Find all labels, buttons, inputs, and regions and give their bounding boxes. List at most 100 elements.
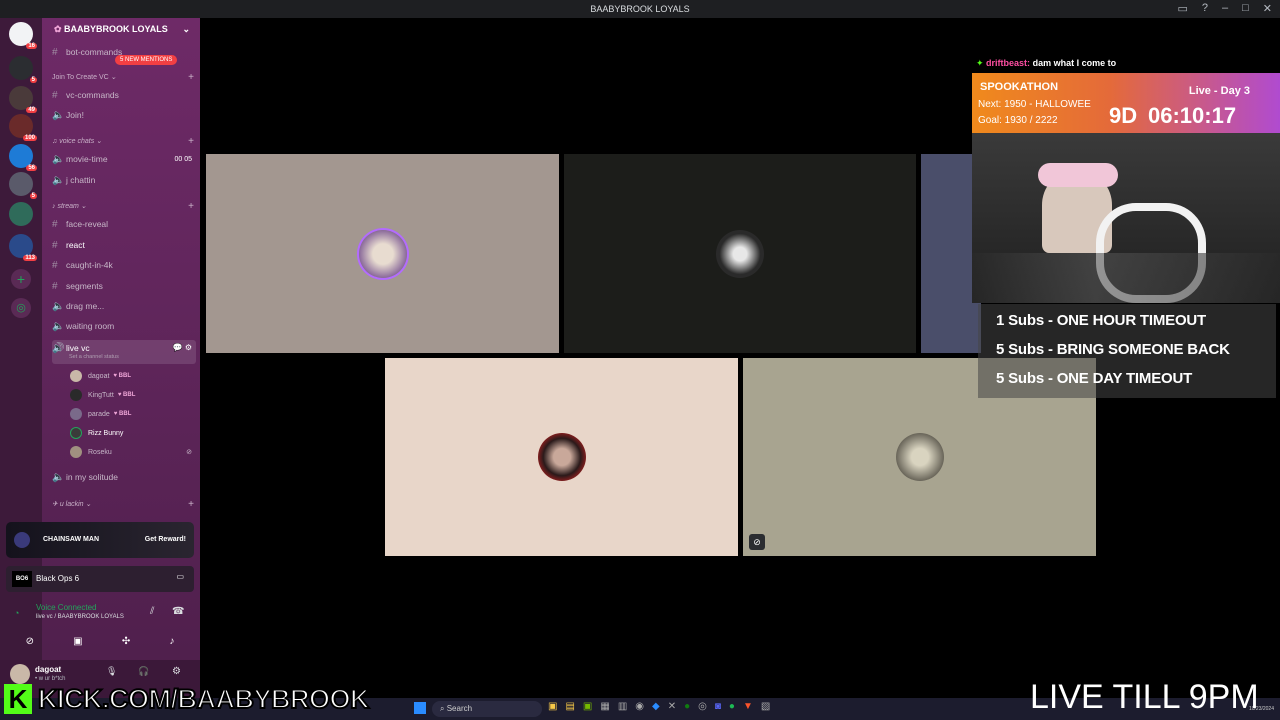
folder-icon[interactable]: ▤ bbox=[565, 701, 574, 717]
hash-icon: # bbox=[52, 218, 58, 230]
category-voice-chats[interactable]: ♫ voice chats ⌄ + bbox=[52, 136, 196, 149]
video-tile[interactable] bbox=[206, 154, 559, 353]
add-channel-icon[interactable]: + bbox=[188, 499, 194, 510]
app-icon[interactable]: ◆ bbox=[652, 701, 660, 717]
chat-message: ✦ driftbeast: dam what I come to bbox=[976, 58, 1116, 69]
maximize-button[interactable]: □ bbox=[1242, 2, 1249, 15]
add-server-icon[interactable]: + bbox=[11, 269, 31, 289]
nvidia-icon[interactable]: ▣ bbox=[583, 701, 592, 717]
taskbar-search[interactable]: ⌕ Search bbox=[432, 701, 542, 717]
channel-label: waiting room bbox=[66, 321, 115, 331]
app-icon[interactable]: ◉ bbox=[635, 701, 644, 717]
channel-label: in my solitude bbox=[66, 472, 118, 482]
server-icon[interactable]: 49 bbox=[9, 86, 37, 113]
channel-join[interactable]: 🔈 Join! bbox=[52, 107, 196, 123]
channel-waiting-room[interactable]: 🔈 waiting room bbox=[52, 318, 196, 334]
member-name: Roseku bbox=[88, 448, 112, 456]
discover-icon[interactable]: ◎ bbox=[11, 298, 31, 318]
headphones-icon[interactable]: 🎧 bbox=[138, 666, 149, 677]
channel-face-reveal[interactable]: # face-reveal bbox=[52, 216, 196, 232]
channel-vc-commands[interactable]: # vc-commands bbox=[52, 87, 196, 103]
live-day: Live - Day 3 bbox=[1188, 85, 1250, 97]
minimize-button[interactable]: – bbox=[1222, 2, 1228, 15]
xbox-icon[interactable]: ● bbox=[684, 701, 690, 717]
screen-share-icon[interactable]: ▭ bbox=[176, 572, 184, 581]
settings-icon[interactable]: ⚙ bbox=[172, 666, 181, 677]
video-tile[interactable] bbox=[385, 358, 738, 556]
sub-reward: 1 Subs - ONE HOUR TIMEOUT bbox=[996, 312, 1207, 329]
home-server-icon[interactable]: 16 bbox=[9, 22, 37, 49]
muted-icon: ⊘ bbox=[186, 449, 192, 456]
voice-member[interactable]: parade ♥ BBL bbox=[70, 406, 196, 422]
disconnect-icon[interactable]: ☎ bbox=[172, 606, 184, 617]
webcam-headband bbox=[1038, 163, 1118, 187]
activity-card[interactable]: BO6 Black Ops 6 ▭ bbox=[6, 566, 194, 592]
category-join-to-create[interactable]: Join To Create VC ⌄ + bbox=[52, 72, 196, 85]
server-badge: 5 bbox=[29, 193, 37, 199]
member-tag: ♥ BBL bbox=[117, 392, 136, 398]
server-icon[interactable]: 5 bbox=[9, 172, 37, 199]
channel-react[interactable]: # react bbox=[52, 237, 196, 253]
guild-header[interactable]: ✿ BAABYBROOK LOYALS ⌄ bbox=[42, 24, 200, 42]
voice-member[interactable]: KingTutt ♥ BBL bbox=[70, 387, 196, 403]
channel-movie-time[interactable]: 🔈 movie-time 00 05 bbox=[52, 151, 196, 167]
live-till-banner: LIVE TILL 9PM bbox=[1030, 678, 1259, 716]
kick-banner: K KICK.COM/BAABYBROOK bbox=[4, 682, 371, 716]
soundboard-icon[interactable]: ♪ bbox=[169, 636, 174, 647]
category-u-lackin[interactable]: ✈ u lackin ⌄ + bbox=[52, 499, 196, 512]
start-icon[interactable] bbox=[414, 702, 426, 714]
add-channel-icon[interactable]: + bbox=[188, 72, 194, 83]
app-icon[interactable]: ✕ bbox=[668, 701, 676, 717]
avatar bbox=[716, 229, 764, 278]
channel-status-prompt[interactable]: Set a channel status bbox=[69, 354, 119, 360]
activities-icon[interactable]: ✣ bbox=[122, 636, 130, 647]
channel-in-my-solitude[interactable]: 🔈 in my solitude bbox=[52, 469, 196, 485]
avatar[interactable] bbox=[10, 664, 30, 684]
voice-member[interactable]: dagoat ♥ BBL bbox=[70, 368, 196, 384]
video-tile[interactable] bbox=[564, 154, 916, 353]
sub-reward: 5 Subs - BRING SOMEONE BACK bbox=[996, 341, 1230, 358]
server-icon[interactable]: 56 bbox=[9, 144, 37, 171]
file-explorer-icon[interactable]: ▣ bbox=[548, 701, 557, 717]
spotify-icon[interactable]: ● bbox=[729, 701, 735, 717]
game-name: Black Ops 6 bbox=[36, 574, 80, 583]
help-icon[interactable]: ? bbox=[1202, 2, 1208, 15]
hash-icon: # bbox=[52, 259, 58, 271]
channel-segments[interactable]: # segments bbox=[52, 278, 196, 294]
add-channel-icon[interactable]: + bbox=[188, 201, 194, 212]
share-screen-icon[interactable]: ▣ bbox=[73, 636, 82, 647]
inbox-icon[interactable]: ▭ bbox=[1177, 2, 1187, 15]
get-reward-button[interactable]: Get Reward! bbox=[145, 536, 186, 543]
app-icon[interactable]: ▧ bbox=[761, 701, 770, 717]
voice-member[interactable]: Rizz Bunny bbox=[70, 425, 196, 441]
camera-icon[interactable]: ⊘ bbox=[26, 636, 34, 647]
category-label: stream bbox=[57, 203, 79, 210]
promo-card: CHAINSAW MAN Get Reward! bbox=[6, 522, 194, 558]
server-icon[interactable]: 100 bbox=[9, 114, 37, 141]
channel-j-chattin[interactable]: 🔈 j chattin bbox=[52, 172, 196, 188]
channel-caught-in-4k[interactable]: # caught-in-4k bbox=[52, 257, 196, 273]
app-icon[interactable]: ◎ bbox=[698, 701, 707, 717]
add-channel-icon[interactable]: + bbox=[188, 136, 194, 147]
microphone-icon[interactable]: 🎙 bbox=[106, 666, 117, 677]
member-tag: ♥ BBL bbox=[113, 373, 131, 379]
timer-days: 9D bbox=[1109, 103, 1138, 128]
hash-icon: # bbox=[52, 89, 58, 101]
channel-drag-me[interactable]: 🔈 drag me... bbox=[52, 298, 196, 314]
voice-channel[interactable]: live vc / BAABYBROOK LOYALS bbox=[36, 614, 124, 620]
new-mentions-pill[interactable]: 5 NEW MENTIONS bbox=[115, 55, 178, 65]
voice-member[interactable]: Roseku ⊘ bbox=[70, 444, 196, 460]
discord-icon[interactable]: ◙ bbox=[715, 701, 721, 717]
category-stream[interactable]: ♪ stream ⌄ + bbox=[52, 201, 196, 214]
server-icon[interactable] bbox=[9, 202, 33, 226]
app-icon[interactable]: ▦ bbox=[600, 701, 609, 717]
app-icon[interactable]: ▥ bbox=[618, 701, 627, 717]
channel-live-vc[interactable]: 🔊 live vc 💬 ⚙ bbox=[52, 340, 196, 364]
server-icon[interactable]: 113 bbox=[9, 234, 37, 261]
channel-label: segments bbox=[66, 281, 103, 291]
brave-icon[interactable]: ▼ bbox=[743, 701, 753, 717]
close-button[interactable]: ✕ bbox=[1263, 2, 1272, 15]
server-icon[interactable]: 5 bbox=[9, 56, 37, 83]
noise-suppression-icon[interactable]: ⫽ bbox=[150, 606, 154, 617]
speaker-icon: 🔊 bbox=[52, 343, 65, 354]
